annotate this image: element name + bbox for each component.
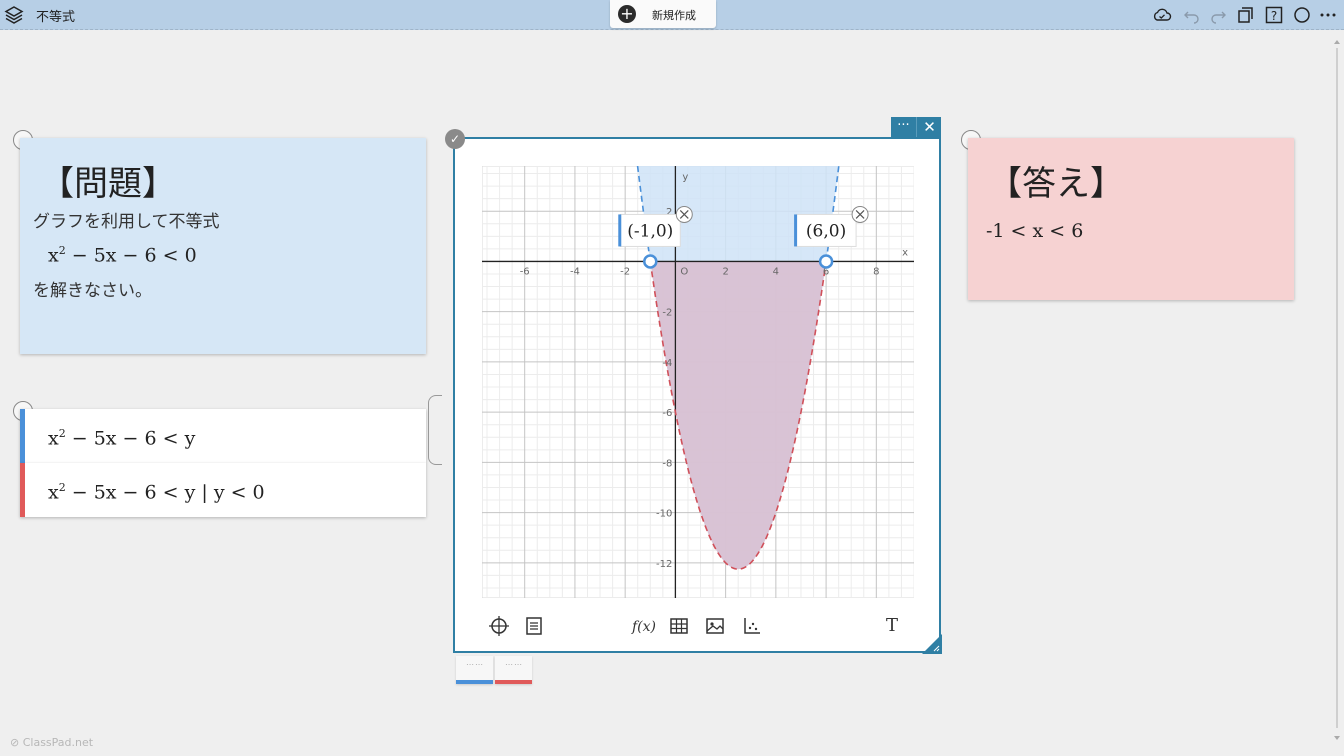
problem-heading: 【問題】 (40, 164, 176, 204)
x-tick-label: -4 (570, 266, 580, 277)
resize-handle-icon[interactable] (922, 634, 942, 654)
scatter-icon[interactable] (740, 614, 764, 638)
expression-color-bar (20, 409, 25, 463)
copy-icon[interactable] (1236, 5, 1256, 25)
y-tick-label: -2 (662, 308, 672, 319)
expression-text: x2 − 5x − 6 < y | y < 0 (48, 481, 265, 504)
layers-icon[interactable] (4, 5, 24, 25)
svg-text:?: ? (1271, 9, 1277, 23)
list-icon[interactable] (522, 614, 546, 638)
link-icon: ⊘ (10, 736, 23, 749)
x-tick-label: -6 (520, 266, 530, 277)
more-options-icon[interactable]: ··· (891, 117, 917, 137)
drag-handle-icon: ⋯⋯ (505, 660, 523, 669)
drag-handle-icon: ⋯⋯ (466, 660, 484, 669)
footer-brand: ⊘ ClassPad.net (10, 736, 94, 749)
point-label-text: (6,0) (806, 221, 846, 241)
link-connector (428, 395, 442, 465)
more-icon[interactable] (1318, 5, 1338, 25)
graph-card-header: ··· ✕ (891, 117, 941, 137)
scrollbar[interactable] (1334, 40, 1340, 740)
close-icon[interactable]: ✕ (918, 117, 941, 137)
tab-color-bar (456, 680, 493, 684)
expression-row-2[interactable]: x2 − 5x − 6 < y | y < 0 (20, 463, 426, 517)
x-tick-label: 4 (773, 266, 779, 277)
answer-note[interactable]: 【答え】 -1 < x < 6 (968, 138, 1294, 300)
new-document-label: 新規作成 (652, 9, 696, 22)
point-label-text: (-1,0) (627, 221, 673, 241)
redo-icon[interactable] (1208, 5, 1228, 25)
function-icon[interactable]: f(x) (632, 616, 656, 640)
cloud-icon[interactable] (1152, 5, 1172, 25)
undo-icon[interactable] (1182, 5, 1202, 25)
expression-row-1[interactable]: x2 − 5x − 6 < y (20, 409, 426, 463)
problem-inequality: x2 − 5x − 6 < 0 (48, 244, 197, 267)
new-document-button[interactable]: + 新規作成 (610, 0, 716, 28)
x-tick-label: 8 (873, 266, 879, 277)
expression-tab-1[interactable]: ⋯⋯ (456, 656, 493, 684)
trace-icon[interactable] (487, 614, 511, 638)
origin-label: O (680, 266, 688, 277)
help-icon[interactable]: ? (1264, 5, 1284, 25)
y-tick-label: -4 (662, 358, 672, 369)
intercept-point (818, 254, 834, 269)
problem-line-1: グラフを利用して不等式 (33, 212, 220, 232)
expression-tab-2[interactable]: ⋯⋯ (495, 656, 532, 684)
document-title[interactable]: 不等式 (36, 6, 75, 25)
y-tick-label: -10 (656, 509, 672, 520)
table-icon[interactable] (667, 614, 691, 638)
graph-plot[interactable]: -6 -4 -2 2 4 6 82-2-4-6-8-10-12Oxy (-1,0) (6,0) (482, 166, 914, 598)
x-axis-label: x (902, 247, 908, 258)
problem-line-2: を解きなさい。 (33, 281, 152, 301)
y-tick-label: -8 (662, 458, 672, 469)
check-icon[interactable]: ✓ (445, 129, 465, 149)
y-axis-label: y (682, 172, 688, 183)
tab-color-bar (495, 680, 532, 684)
x-tick-label: 2 (722, 266, 728, 277)
answer-text: -1 < x < 6 (986, 220, 1084, 242)
image-icon[interactable] (703, 614, 727, 638)
point-label-accent (794, 214, 798, 247)
text-icon[interactable]: T (886, 615, 910, 639)
plus-icon: + (618, 5, 636, 23)
y-tick-label: -6 (662, 408, 672, 419)
y-tick-label: -12 (656, 559, 672, 570)
answer-heading: 【答え】 (988, 164, 1124, 204)
point-label-accent (618, 214, 622, 247)
problem-note[interactable]: 【問題】 グラフを利用して不等式 x2 − 5x − 6 < 0 を解きなさい。 (20, 138, 426, 354)
intercept-point (643, 254, 658, 269)
expression-text: x2 − 5x − 6 < y (48, 427, 196, 450)
expression-color-bar (20, 463, 25, 517)
circle-icon[interactable] (1292, 5, 1312, 25)
x-tick-label: -2 (620, 266, 630, 277)
